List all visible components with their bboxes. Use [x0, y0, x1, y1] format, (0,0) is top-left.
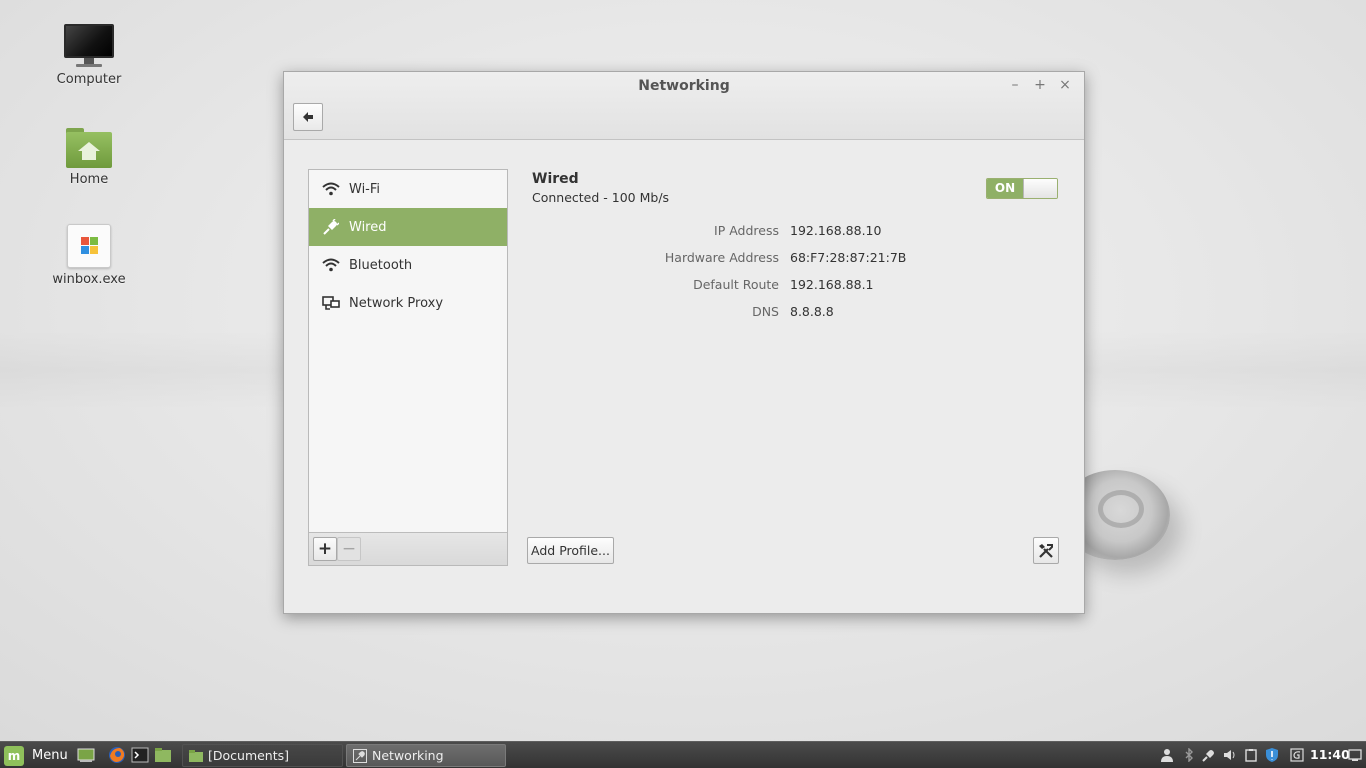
- close-button[interactable]: ×: [1056, 76, 1074, 94]
- toggle-knob: [1023, 179, 1057, 198]
- sidebar-item-label: Wired: [349, 219, 387, 235]
- desktop-icon-winbox[interactable]: winbox.exe: [34, 224, 144, 287]
- remove-connection-button[interactable]: −: [337, 537, 361, 561]
- keyboard-layout-icon[interactable]: [1289, 747, 1305, 763]
- clock[interactable]: 11:40: [1310, 747, 1350, 762]
- add-connection-button[interactable]: +: [313, 537, 337, 561]
- networking-window: Networking – + × Wi-Fi Wired Bluetooth N…: [283, 71, 1085, 614]
- task-documents[interactable]: [Documents]: [182, 744, 343, 767]
- connection-name: Wired: [532, 171, 579, 187]
- firefox-icon[interactable]: [108, 746, 126, 764]
- info-key: DNS: [752, 304, 779, 319]
- info-value: 192.168.88.1: [790, 277, 874, 292]
- minimize-button[interactable]: –: [1006, 76, 1024, 94]
- sidebar-item-network-proxy[interactable]: Network Proxy: [309, 284, 507, 322]
- window-titlebar[interactable]: Networking – + ×: [284, 72, 1084, 140]
- terminal-icon[interactable]: [131, 746, 149, 764]
- network-icon: [353, 748, 367, 763]
- connection-info-table: IP Address 192.168.88.10 Hardware Addres…: [532, 217, 1060, 325]
- desktop-icon-computer[interactable]: Computer: [34, 24, 144, 87]
- menu-button[interactable]: m Menu: [4, 745, 68, 766]
- connection-sidebar: Wi-Fi Wired Bluetooth Network Proxy + −: [308, 169, 508, 566]
- bluetooth-icon[interactable]: [1181, 747, 1197, 763]
- wired-plug-icon: [321, 217, 341, 237]
- info-row-route: Default Route 192.168.88.1: [532, 271, 1060, 298]
- files-icon[interactable]: [154, 746, 172, 764]
- wired-toggle-switch[interactable]: ON: [986, 178, 1058, 199]
- sidebar-item-wifi[interactable]: Wi-Fi: [309, 170, 507, 208]
- info-row-ip: IP Address 192.168.88.10: [532, 217, 1060, 244]
- info-value: 192.168.88.10: [790, 223, 882, 238]
- info-key: Default Route: [693, 277, 779, 292]
- mint-logo-icon: m: [4, 745, 24, 766]
- info-value: 8.8.8.8: [790, 304, 834, 319]
- workspace-switcher-icon[interactable]: [1347, 747, 1363, 763]
- clipboard-icon[interactable]: [1243, 747, 1259, 763]
- show-desktop-icon[interactable]: [77, 746, 95, 764]
- window-title: Networking: [638, 78, 730, 94]
- info-row-hardware: Hardware Address 68:F7:28:87:21:7B: [532, 244, 1060, 271]
- taskbar: m Menu [Documents] Networking 11:40: [0, 741, 1366, 768]
- folder-icon: [189, 749, 203, 762]
- user-icon[interactable]: [1159, 747, 1175, 763]
- update-shield-icon[interactable]: [1264, 747, 1280, 763]
- network-wired-icon[interactable]: [1201, 747, 1217, 763]
- sidebar-item-label: Network Proxy: [349, 295, 444, 311]
- maximize-button[interactable]: +: [1031, 76, 1049, 94]
- connection-status: Connected - 100 Mb/s: [532, 190, 670, 205]
- windows-exe-icon: [67, 224, 111, 268]
- window-content: Wi-Fi Wired Bluetooth Network Proxy + − …: [284, 141, 1084, 613]
- desktop-icon-label: Home: [69, 172, 109, 187]
- home-folder-icon: [66, 128, 112, 168]
- desktop-icon-label: winbox.exe: [52, 272, 126, 287]
- back-button[interactable]: [293, 103, 323, 131]
- info-value: 68:F7:28:87:21:7B: [790, 250, 907, 265]
- task-networking[interactable]: Networking: [346, 744, 506, 767]
- sidebar-toolbar: + −: [309, 532, 507, 565]
- settings-tools-button[interactable]: [1033, 537, 1059, 564]
- add-profile-button[interactable]: Add Profile...: [527, 537, 614, 564]
- info-key: IP Address: [714, 223, 779, 238]
- network-proxy-icon: [321, 293, 341, 313]
- connection-detail: Wired Connected - 100 Mb/s ON IP Address…: [532, 171, 1060, 319]
- back-arrow-icon: [303, 112, 313, 122]
- tools-icon: [1039, 544, 1053, 558]
- volume-icon[interactable]: [1222, 747, 1238, 763]
- computer-icon: [64, 24, 114, 68]
- task-label: Networking: [372, 748, 444, 763]
- desktop-icon-label: Computer: [56, 72, 122, 87]
- wifi-icon: [321, 179, 341, 199]
- sidebar-item-wired[interactable]: Wired: [309, 208, 507, 246]
- desktop-icon-home[interactable]: Home: [34, 128, 144, 187]
- toggle-on-label: ON: [987, 179, 1023, 198]
- info-key: Hardware Address: [664, 250, 779, 265]
- connection-list: Wi-Fi Wired Bluetooth Network Proxy: [309, 170, 507, 533]
- sidebar-item-bluetooth[interactable]: Bluetooth: [309, 246, 507, 284]
- sidebar-item-label: Bluetooth: [349, 257, 413, 273]
- wifi-icon: [321, 255, 341, 275]
- task-label: [Documents]: [208, 748, 290, 763]
- menu-label: Menu: [32, 748, 68, 763]
- sidebar-item-label: Wi-Fi: [349, 181, 381, 197]
- info-row-dns: DNS 8.8.8.8: [532, 298, 1060, 325]
